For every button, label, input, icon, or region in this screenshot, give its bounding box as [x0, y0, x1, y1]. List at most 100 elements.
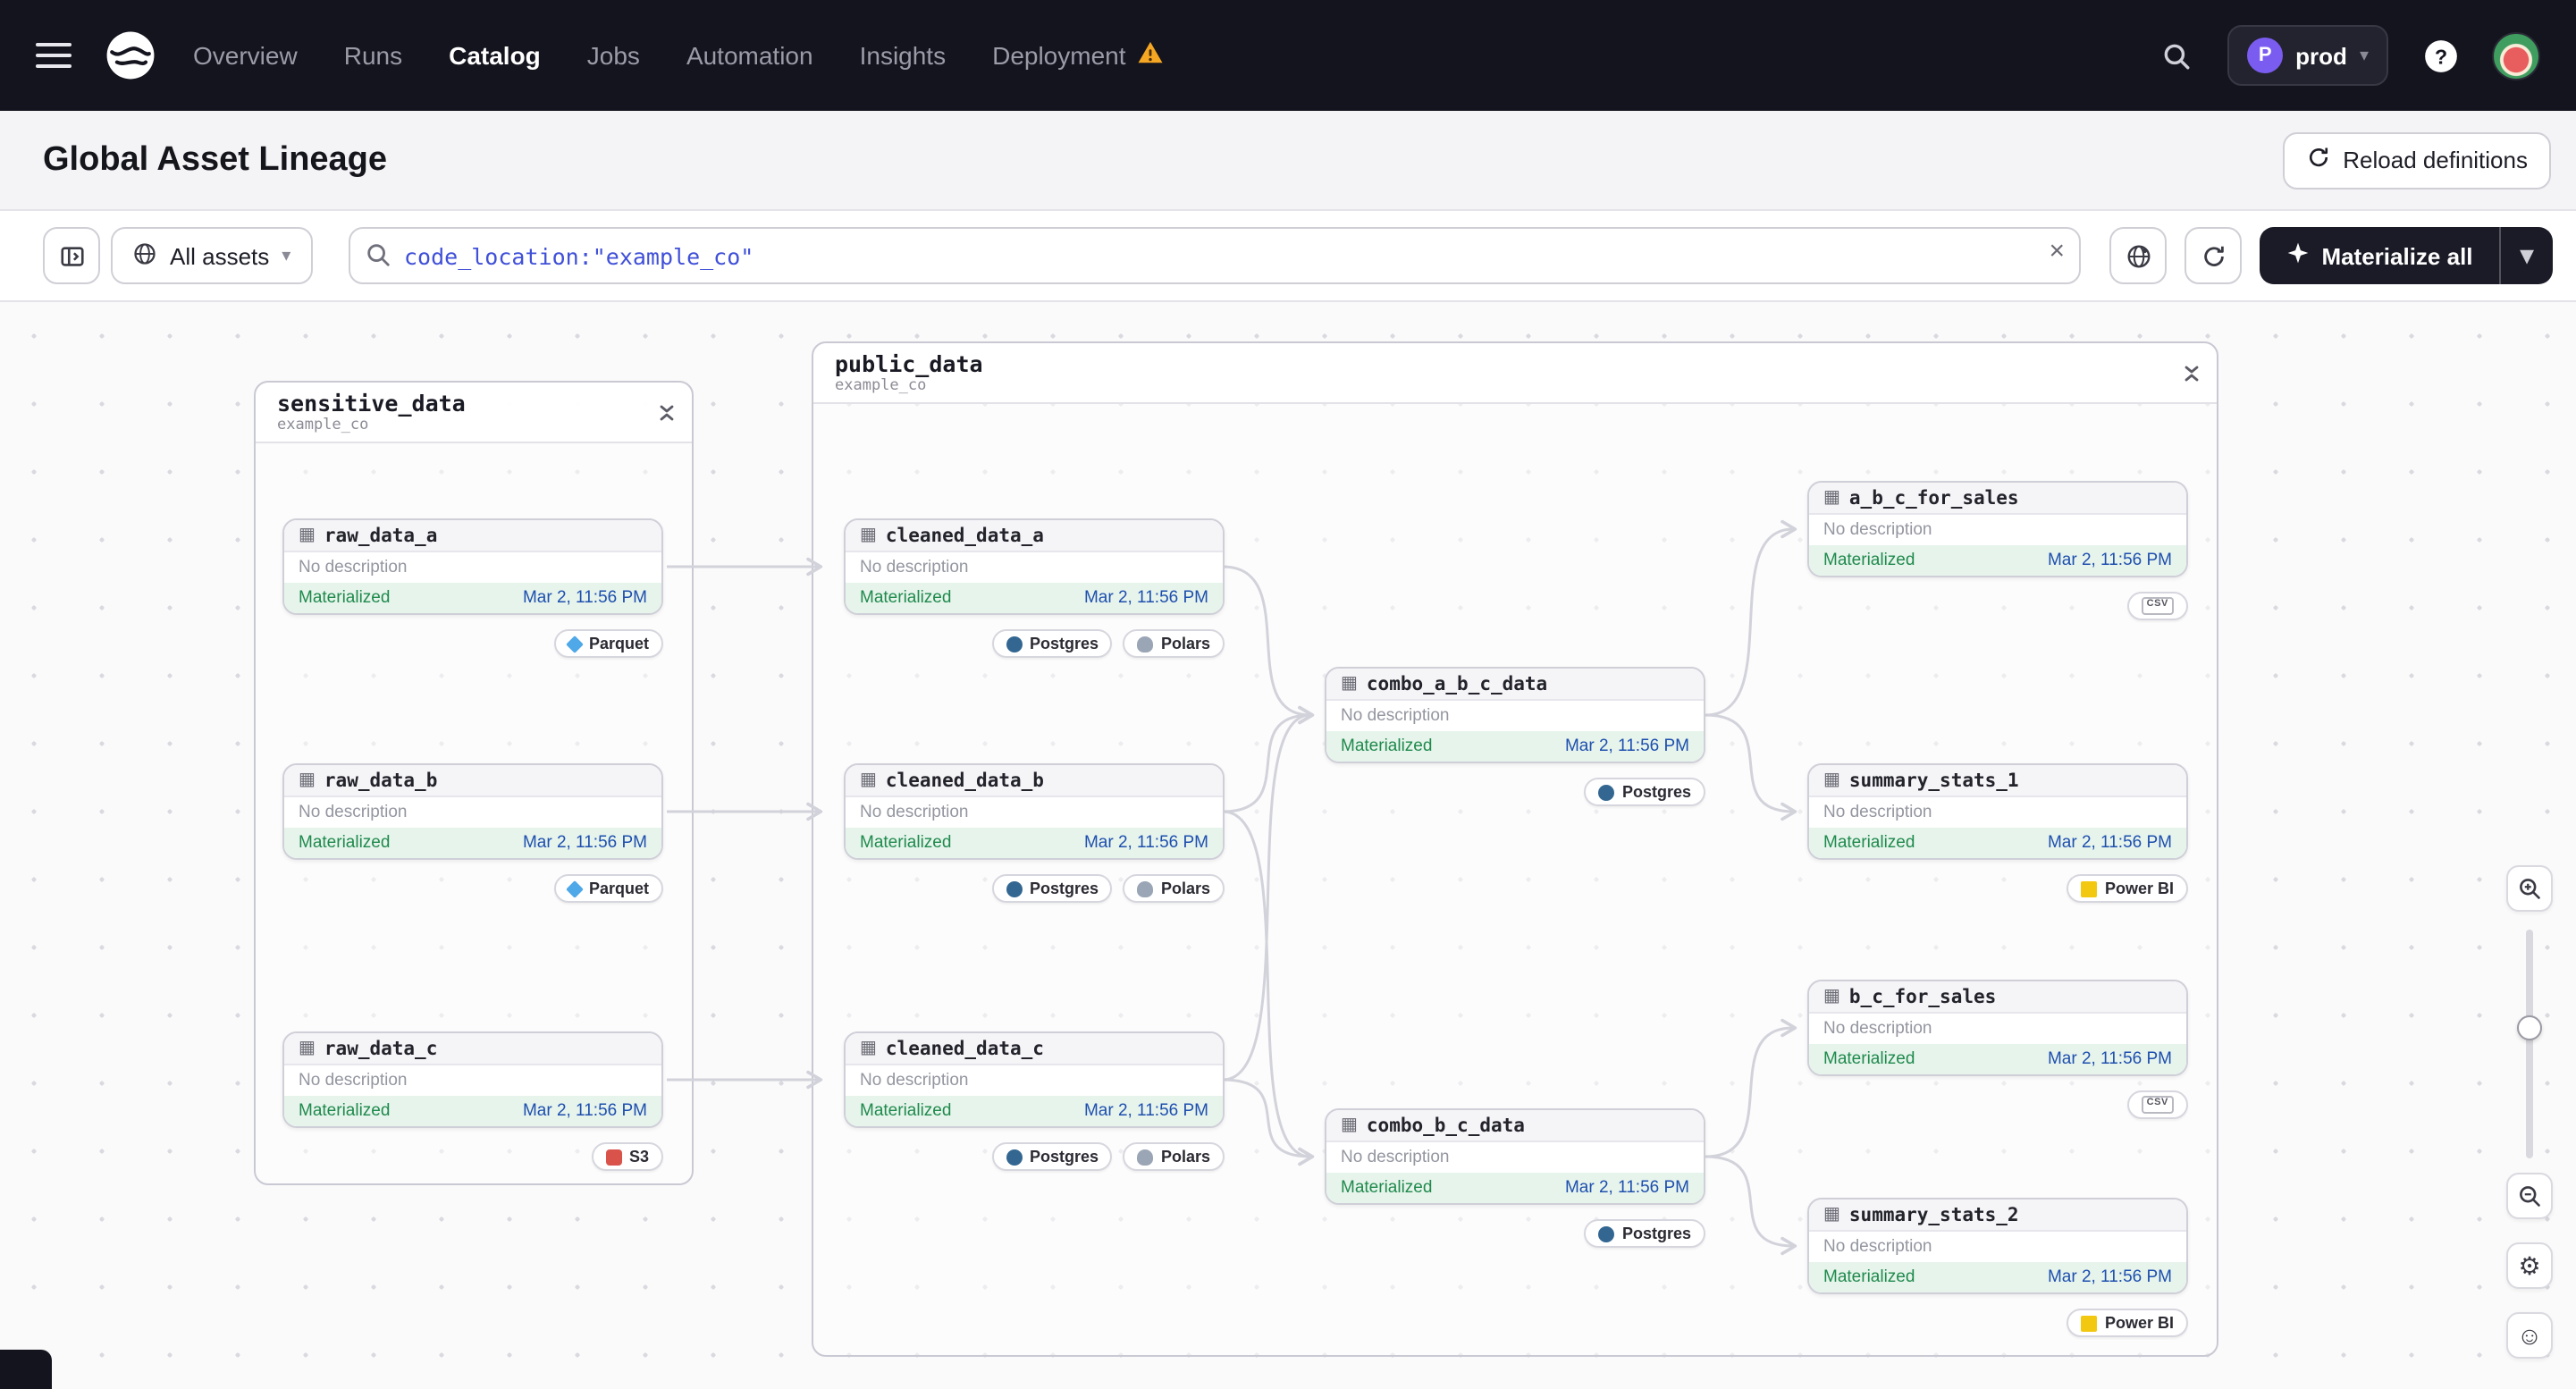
asset-scope-dropdown[interactable]: All assets ▾: [111, 227, 313, 284]
tag-postgres[interactable]: Postgres: [991, 874, 1113, 903]
reload-definitions-button[interactable]: Reload definitions: [2282, 131, 2551, 189]
asset-tags: S3: [591, 1142, 663, 1171]
clear-search-icon[interactable]: ×: [2049, 236, 2065, 266]
table-icon: ▦: [860, 525, 877, 544]
tag-label: Power BI: [2104, 880, 2174, 897]
materialize-all-button[interactable]: Materialize all ▾: [2260, 227, 2553, 284]
tag-postgres[interactable]: Postgres: [991, 1142, 1113, 1171]
zoom-in-button[interactable]: [2506, 865, 2553, 912]
asset-tags: Postgres Polars: [991, 874, 1225, 903]
asset-name: a_b_c_for_sales: [1848, 487, 2019, 509]
asset-node-summary-stats-2[interactable]: ▦ summary_stats_2 No description Material…: [1807, 1198, 2188, 1294]
lineage-canvas[interactable]: sensitive_data example_co public_data ex…: [0, 302, 2576, 1389]
nav-item-overview[interactable]: Overview: [193, 41, 298, 70]
table-icon: ▦: [1823, 1204, 1840, 1224]
tag-parquet[interactable]: Parquet: [554, 874, 663, 903]
tag-polars[interactable]: Polars: [1123, 874, 1225, 903]
materialization-timestamp: Mar 2, 11:56 PM: [2047, 1049, 2172, 1069]
tag-parquet[interactable]: Parquet: [554, 629, 663, 658]
polars-icon: [1137, 880, 1154, 897]
reload-definitions-label: Reload definitions: [2343, 147, 2528, 173]
materialization-timestamp: Mar 2, 11:56 PM: [522, 833, 647, 853]
settings-gear-button[interactable]: ⚙: [2506, 1242, 2553, 1289]
materialization-timestamp: Mar 2, 11:56 PM: [522, 1101, 647, 1121]
hamburger-menu-icon[interactable]: [36, 43, 72, 68]
asset-node-raw-data-a[interactable]: ▦ raw_data_a No description Materialized M…: [282, 518, 663, 615]
nav-item-deployment[interactable]: Deployment: [992, 39, 1163, 72]
asset-node-cleaned-data-c[interactable]: ▦ cleaned_data_c No description Materiali…: [844, 1031, 1225, 1128]
graph-view-button[interactable]: [2109, 227, 2167, 284]
user-avatar[interactable]: [2492, 31, 2540, 80]
polars-icon: [1137, 636, 1154, 652]
tag-postgres[interactable]: Postgres: [1584, 1219, 1705, 1248]
materialization-timestamp: Mar 2, 11:56 PM: [2047, 1267, 2172, 1287]
tag-polars[interactable]: Polars: [1123, 1142, 1225, 1171]
table-icon: ▦: [1341, 673, 1358, 693]
zoom-out-button[interactable]: [2506, 1173, 2553, 1219]
status-badge: Materialized: [1823, 833, 1915, 853]
asset-node-raw-data-b[interactable]: ▦ raw_data_b No description Materialized M…: [282, 763, 663, 860]
asset-node-cleaned-data-b[interactable]: ▦ cleaned_data_b No description Materiali…: [844, 763, 1225, 860]
refresh-button[interactable]: [2185, 227, 2242, 284]
tag-postgres[interactable]: Postgres: [991, 629, 1113, 658]
search-input[interactable]: [349, 227, 2081, 284]
powerbi-icon: [2081, 880, 2098, 897]
nav-item-runs[interactable]: Runs: [344, 41, 402, 70]
sparkle-icon: [2286, 241, 2309, 270]
expand-panel-button[interactable]: [43, 227, 100, 284]
asset-scope-label: All assets: [170, 242, 270, 269]
tag-powerbi[interactable]: Power BI: [2067, 874, 2188, 903]
parquet-icon: [567, 880, 585, 897]
materialization-timestamp: Mar 2, 11:56 PM: [2047, 833, 2172, 853]
help-icon[interactable]: ?: [2413, 29, 2467, 82]
asset-node-a-b-c-for-sales[interactable]: ▦ a_b_c_for_sales No description Material…: [1807, 481, 2188, 577]
feedback-button[interactable]: ☺: [2506, 1312, 2553, 1359]
asset-node-b-c-for-sales[interactable]: ▦ b_c_for_sales No description Materializ…: [1807, 980, 2188, 1076]
asset-node-cleaned-data-a[interactable]: ▦ cleaned_data_a No description Materiali…: [844, 518, 1225, 615]
asset-tags: Postgres: [1584, 1219, 1705, 1248]
tag-powerbi[interactable]: Power BI: [2067, 1309, 2188, 1337]
page-header: Global Asset Lineage Reload definitions: [0, 111, 2576, 211]
tag-label: Polars: [1160, 1148, 1210, 1166]
asset-node-raw-data-c[interactable]: ▦ raw_data_c No description Materialized M…: [282, 1031, 663, 1128]
s3-icon: [605, 1149, 622, 1165]
nav-item-jobs[interactable]: Jobs: [587, 41, 640, 70]
chevron-down-icon: ▾: [282, 246, 291, 265]
asset-tags: Power BI: [2067, 874, 2188, 903]
status-badge: Materialized: [299, 588, 391, 608]
postgres-icon: [1006, 636, 1023, 652]
asset-description: No description: [1341, 706, 1450, 726]
asset-name: raw_data_b: [324, 770, 438, 791]
tag-postgres[interactable]: Postgres: [1584, 778, 1705, 806]
nav-item-insights[interactable]: Insights: [860, 41, 947, 70]
zoom-slider-knob[interactable]: [2517, 1015, 2542, 1040]
materialization-timestamp: Mar 2, 11:56 PM: [1083, 1101, 1208, 1121]
dagster-logo-icon[interactable]: [100, 25, 161, 86]
tag-csv[interactable]: CSV: [2126, 592, 2188, 619]
asset-tags: Power BI: [2067, 1309, 2188, 1337]
tag-csv[interactable]: CSV: [2126, 1090, 2188, 1118]
asset-name: raw_data_c: [324, 1038, 438, 1059]
csv-icon: CSV: [2141, 597, 2174, 614]
powerbi-icon: [2081, 1315, 2098, 1331]
nav-item-deployment-label: Deployment: [992, 41, 1126, 70]
tag-polars[interactable]: Polars: [1123, 629, 1225, 658]
zoom-slider-track: [2526, 930, 2533, 1158]
asset-description: No description: [299, 1071, 408, 1090]
tag-s3[interactable]: S3: [591, 1142, 663, 1171]
nav-item-catalog[interactable]: Catalog: [449, 41, 541, 70]
asset-description: No description: [1823, 1237, 1932, 1257]
asset-node-summary-stats-1[interactable]: ▦ summary_stats_1 No description Material…: [1807, 763, 2188, 860]
asset-node-combo-a-b-c-data[interactable]: ▦ combo_a_b_c_data No description Materia…: [1325, 667, 1705, 763]
materialize-all-main[interactable]: Materialize all: [2260, 241, 2499, 270]
nav-item-automation[interactable]: Automation: [686, 41, 813, 70]
asset-description: No description: [1823, 803, 1932, 822]
deployment-switcher[interactable]: P prod ▾: [2227, 25, 2388, 86]
materialize-options-caret[interactable]: ▾: [2499, 227, 2553, 284]
asset-node-combo-b-c-data[interactable]: ▦ combo_b_c_data No description Materiali…: [1325, 1108, 1705, 1205]
tag-label: Power BI: [2104, 1314, 2174, 1332]
search-icon[interactable]: [2149, 29, 2202, 82]
materialization-timestamp: Mar 2, 11:56 PM: [1083, 588, 1208, 608]
bottom-left-panel: [0, 1350, 52, 1389]
asset-description: No description: [299, 803, 408, 822]
